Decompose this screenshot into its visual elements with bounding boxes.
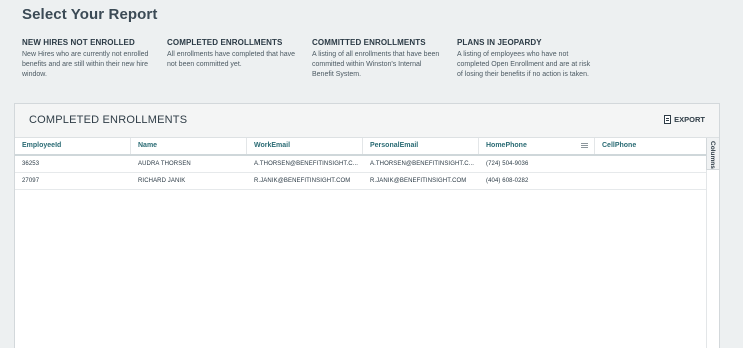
export-button[interactable]: EXPORT: [664, 115, 705, 124]
panel-title: COMPLETED ENROLLMENTS: [29, 114, 188, 126]
export-label: EXPORT: [674, 115, 705, 124]
cell-personalemail: A.THORSEN@BENEFITINSIGHT.C...: [370, 161, 475, 167]
column-menu-icon[interactable]: [581, 143, 588, 148]
column-header-homephone-label: HomePhone: [486, 142, 527, 149]
cell-cellphone: [595, 173, 708, 189]
cell-homephone: (404) 608-0282: [486, 178, 529, 184]
report-card-title[interactable]: COMPLETED ENROLLMENTS: [167, 38, 297, 47]
cell-employeeid: 27097: [22, 178, 40, 184]
cell-homephone: (724) 504-9036: [486, 161, 529, 167]
report-card-title[interactable]: PLANS IN JEOPARDY: [457, 38, 595, 47]
report-card-completed-enrollments[interactable]: COMPLETED ENROLLMENTS All enrollments ha…: [167, 38, 297, 70]
column-header-employeeid[interactable]: EmployeeId: [15, 138, 131, 154]
side-panel-rail: [706, 170, 719, 348]
report-panel: COMPLETED ENROLLMENTS EXPORT EmployeeId …: [14, 103, 720, 348]
grid-header-row: EmployeeId Name WorkEmail PersonalEmail …: [15, 138, 708, 156]
table-row[interactable]: 27097 RICHARD JANIK R.JANIK@BENEFITINSIG…: [15, 173, 708, 190]
cell-name: AUDRA THORSEN: [138, 161, 191, 167]
report-card-description: All enrollments have completed that have…: [167, 51, 296, 68]
cell-personalemail: R.JANIK@BENEFITINSIGHT.COM: [370, 178, 467, 184]
export-document-icon: [664, 115, 672, 124]
report-card-title[interactable]: NEW HIRES NOT ENROLLED: [22, 38, 162, 47]
report-card-description: A listing of employees who have not comp…: [457, 51, 591, 78]
data-grid: EmployeeId Name WorkEmail PersonalEmail …: [15, 138, 708, 348]
columns-side-tab[interactable]: Columns: [706, 138, 719, 170]
column-header-homephone[interactable]: HomePhone: [479, 138, 595, 154]
column-header-cellphone[interactable]: CellPhone: [595, 138, 708, 154]
cell-name: RICHARD JANIK: [138, 178, 186, 184]
column-header-personalemail[interactable]: PersonalEmail: [363, 138, 479, 154]
report-card-description: A listing of all enrollments that have b…: [312, 51, 440, 78]
cell-workemail: R.JANIK@BENEFITINSIGHT.COM: [254, 178, 351, 184]
report-card-description: New Hires who are currently not enrolled…: [22, 51, 149, 78]
page-title: Select Your Report: [22, 6, 158, 23]
cell-employeeid: 36253: [22, 161, 40, 167]
report-selector: NEW HIRES NOT ENROLLED New Hires who are…: [22, 38, 722, 98]
report-card-plans-in-jeopardy[interactable]: PLANS IN JEOPARDY A listing of employees…: [457, 38, 595, 80]
columns-tab-label: Columns: [709, 141, 716, 169]
report-card-committed-enrollments[interactable]: COMMITTED ENROLLMENTS A listing of all e…: [312, 38, 442, 80]
column-header-name[interactable]: Name: [131, 138, 247, 154]
column-header-workemail[interactable]: WorkEmail: [247, 138, 363, 154]
table-row[interactable]: 36253 AUDRA THORSEN A.THORSEN@BENEFITINS…: [15, 156, 708, 173]
cell-workemail: A.THORSEN@BENEFITINSIGHT.C...: [254, 161, 359, 167]
panel-header: COMPLETED ENROLLMENTS EXPORT: [15, 104, 719, 138]
report-card-title[interactable]: COMMITTED ENROLLMENTS: [312, 38, 442, 47]
report-card-new-hires[interactable]: NEW HIRES NOT ENROLLED New Hires who are…: [22, 38, 162, 80]
cell-cellphone: [595, 156, 708, 172]
